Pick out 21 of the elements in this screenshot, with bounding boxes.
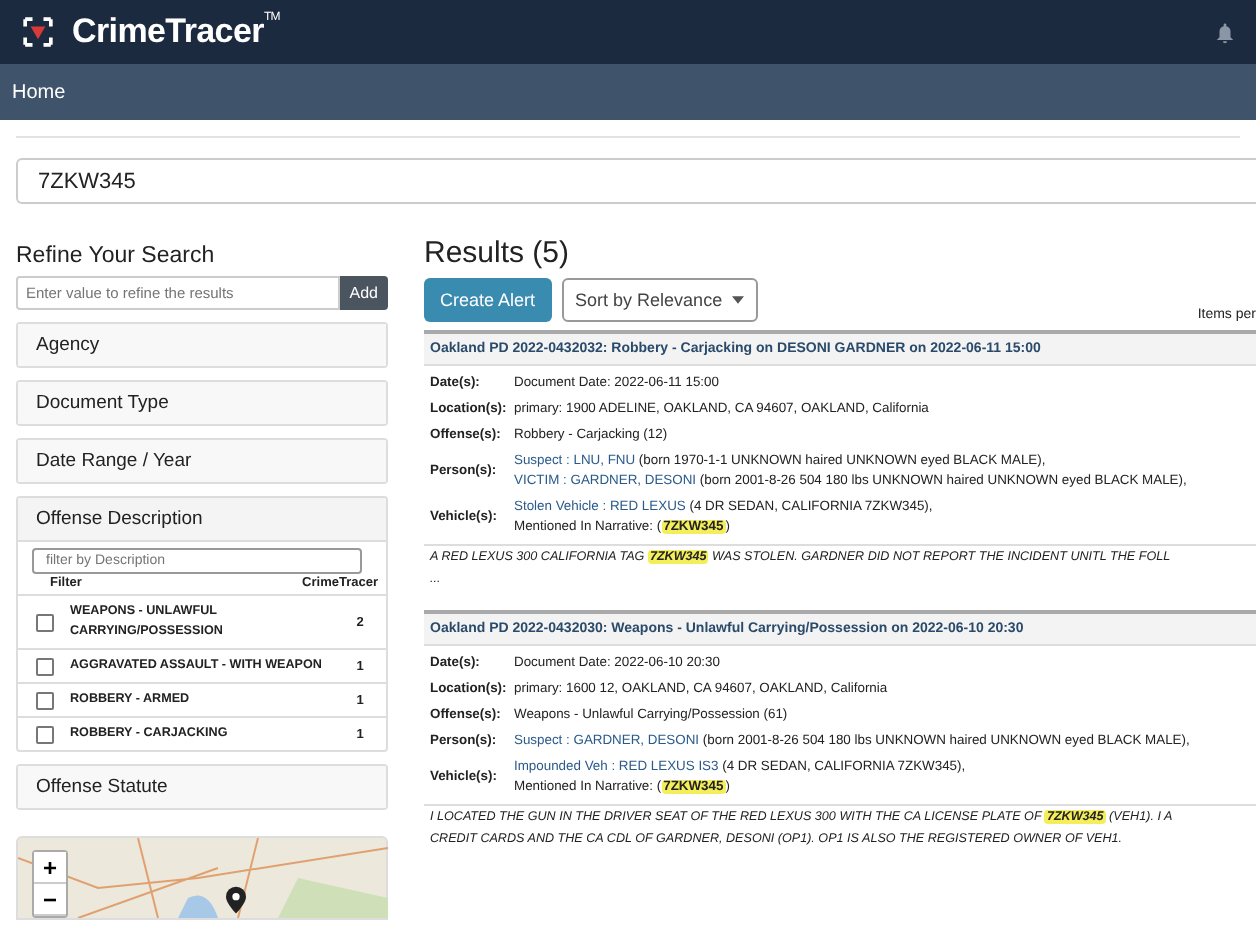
add-button[interactable]: Add (339, 276, 388, 310)
create-alert-button[interactable]: Create Alert (424, 278, 552, 322)
panel-header[interactable]: Agency (18, 324, 386, 366)
checkbox[interactable] (36, 691, 54, 709)
panel-header[interactable]: Document Type (18, 382, 386, 424)
checkbox[interactable] (36, 657, 54, 675)
nav-link[interactable]: Home (12, 81, 66, 103)
app-title: CrimeTracer$^{TM}$ (72, 12, 281, 52)
checkbox[interactable] (36, 613, 54, 631)
panel-header[interactable]: Offense Statute (18, 766, 386, 808)
panel-header[interactable]: Date Range / Year (18, 440, 386, 482)
checkbox[interactable] (36, 725, 54, 743)
panel-header[interactable]: Offense Description (18, 498, 386, 542)
zoom-in-button[interactable]: + (34, 852, 66, 884)
sort-dropdown[interactable]: Sort by Relevance (561, 278, 759, 322)
results-title: Results (5) (424, 236, 572, 270)
map-pin-icon[interactable] (226, 886, 246, 914)
search-field[interactable]: 7ZKW345 (16, 158, 1256, 204)
refine-title: Refine Your Search (16, 244, 217, 268)
caret-icon (732, 296, 745, 304)
bell-icon[interactable] (1214, 21, 1236, 43)
